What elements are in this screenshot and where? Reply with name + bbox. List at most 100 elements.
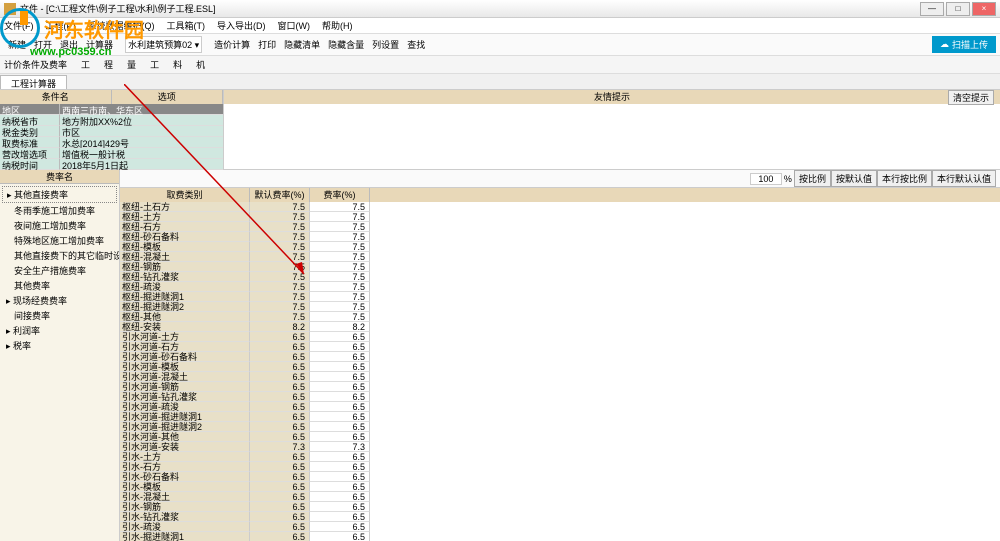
toolbar-button[interactable]: 退出 bbox=[56, 36, 82, 53]
tree-item[interactable]: 间接费率 bbox=[2, 308, 117, 323]
grid-row[interactable]: 枢纽-土石方7.57.5 bbox=[120, 202, 1000, 212]
grid-rate[interactable]: 6.5 bbox=[310, 482, 370, 492]
grid-row[interactable]: 枢纽-掘进隧洞17.57.5 bbox=[120, 292, 1000, 302]
menu-item[interactable]: 窗口(W) bbox=[278, 19, 311, 32]
grid-rate[interactable]: 6.5 bbox=[310, 392, 370, 402]
grid-rate[interactable]: 7.5 bbox=[310, 272, 370, 282]
toolbar-button[interactable]: 隐藏含量 bbox=[324, 36, 368, 53]
grid-rate[interactable]: 7.5 bbox=[310, 292, 370, 302]
grid-row[interactable]: 枢纽-混凝土7.57.5 bbox=[120, 252, 1000, 262]
grid-rate[interactable]: 7.5 bbox=[310, 252, 370, 262]
subtab-item[interactable]: 程 bbox=[104, 58, 113, 71]
menu-item[interactable]: 帮助(H) bbox=[322, 19, 353, 32]
grid-action-button[interactable]: 按默认值 bbox=[831, 170, 877, 187]
tree-item[interactable]: ▸ 税率 bbox=[2, 338, 117, 353]
grid-rate[interactable]: 6.5 bbox=[310, 372, 370, 382]
grid-row[interactable]: 引水-钢筋6.56.5 bbox=[120, 502, 1000, 512]
toolbar-button[interactable]: 查找 bbox=[403, 36, 429, 53]
grid-row[interactable]: 引水-土方6.56.5 bbox=[120, 452, 1000, 462]
grid-rate[interactable]: 6.5 bbox=[310, 452, 370, 462]
grid-rate[interactable]: 7.5 bbox=[310, 232, 370, 242]
tree-item[interactable]: 夜间施工增加费率 bbox=[2, 218, 117, 233]
grid-rate[interactable]: 7.3 bbox=[310, 442, 370, 452]
grid-rate[interactable]: 6.5 bbox=[310, 532, 370, 541]
grid-rate[interactable]: 6.5 bbox=[310, 502, 370, 512]
grid-row[interactable]: 引水河道-石方6.56.5 bbox=[120, 342, 1000, 352]
grid-action-button[interactable]: 按比例 bbox=[794, 170, 831, 187]
tree-item[interactable]: 冬雨季施工增加费率 bbox=[2, 203, 117, 218]
grid-row[interactable]: 引水河道-钢筋6.56.5 bbox=[120, 382, 1000, 392]
tree-item[interactable]: 安全生产措施费率 bbox=[2, 263, 117, 278]
cond-row[interactable]: 纳税时间2018年5月1日起 bbox=[0, 159, 223, 170]
grid-row[interactable]: 枢纽-土方7.57.5 bbox=[120, 212, 1000, 222]
grid-row[interactable]: 引水-模板6.56.5 bbox=[120, 482, 1000, 492]
grid-row[interactable]: 引水河道-疏浚6.56.5 bbox=[120, 402, 1000, 412]
toolbar-button[interactable]: 打开 bbox=[30, 36, 56, 53]
upload-button[interactable]: ☁ 扫描上传 bbox=[932, 36, 996, 53]
tree-item[interactable]: ▸ 现场经费费率 bbox=[2, 293, 117, 308]
tab-calculator[interactable]: 工程计算器 bbox=[0, 75, 67, 89]
tree-item[interactable]: 特殊地区施工增加费率 bbox=[2, 233, 117, 248]
percent-input[interactable] bbox=[750, 173, 782, 185]
grid-action-button[interactable]: 本行按比例 bbox=[877, 170, 932, 187]
cond-row[interactable]: 纳税省市地方附加XX%2位 bbox=[0, 115, 223, 126]
cond-row[interactable]: 税金类别市区 bbox=[0, 126, 223, 137]
grid-rate[interactable]: 6.5 bbox=[310, 462, 370, 472]
grid-row[interactable]: 枢纽-安装8.28.2 bbox=[120, 322, 1000, 332]
grid-rate[interactable]: 6.5 bbox=[310, 432, 370, 442]
grid-row[interactable]: 引水-石方6.56.5 bbox=[120, 462, 1000, 472]
grid-rate[interactable]: 7.5 bbox=[310, 212, 370, 222]
grid-rate[interactable]: 7.5 bbox=[310, 302, 370, 312]
grid-row[interactable]: 枢纽-钢筋7.57.5 bbox=[120, 262, 1000, 272]
close-button[interactable]: × bbox=[972, 2, 996, 16]
menu-item[interactable]: 工程(P) bbox=[46, 19, 76, 32]
grid-row[interactable]: 引水-疏浚6.56.5 bbox=[120, 522, 1000, 532]
grid-rate[interactable]: 6.5 bbox=[310, 422, 370, 432]
grid-rate[interactable]: 8.2 bbox=[310, 322, 370, 332]
cond-row[interactable]: 地区西南三市南、华东区 bbox=[0, 104, 223, 115]
menu-item[interactable]: 工具箱(T) bbox=[167, 19, 206, 32]
grid-rate[interactable]: 7.5 bbox=[310, 262, 370, 272]
grid-rate[interactable]: 6.5 bbox=[310, 492, 370, 502]
clear-tip-button[interactable]: 清空提示 bbox=[948, 90, 994, 105]
grid-rate[interactable]: 7.5 bbox=[310, 202, 370, 212]
grid-rate[interactable]: 7.5 bbox=[310, 222, 370, 232]
grid-row[interactable]: 引水河道-模板6.56.5 bbox=[120, 362, 1000, 372]
grid-row[interactable]: 引水河道-砂石备料6.56.5 bbox=[120, 352, 1000, 362]
grid-rate[interactable]: 6.5 bbox=[310, 522, 370, 532]
toolbar-button[interactable]: 列设置 bbox=[368, 36, 403, 53]
maximize-button[interactable]: □ bbox=[946, 2, 970, 16]
subtab-item[interactable]: 量 bbox=[127, 58, 136, 71]
grid-row[interactable]: 枢纽-其他7.57.5 bbox=[120, 312, 1000, 322]
grid-row[interactable]: 引水河道-土方6.56.5 bbox=[120, 332, 1000, 342]
grid-row[interactable]: 枢纽-石方7.57.5 bbox=[120, 222, 1000, 232]
grid-row[interactable]: 枢纽-疏浚7.57.5 bbox=[120, 282, 1000, 292]
grid-rate[interactable]: 7.5 bbox=[310, 312, 370, 322]
grid-row[interactable]: 引水-掘进隧洞16.56.5 bbox=[120, 532, 1000, 541]
grid-rate[interactable]: 6.5 bbox=[310, 512, 370, 522]
grid-row[interactable]: 枢纽-砂石备料7.57.5 bbox=[120, 232, 1000, 242]
grid-row[interactable]: 枢纽-掘进隧洞27.57.5 bbox=[120, 302, 1000, 312]
grid-rate[interactable]: 6.5 bbox=[310, 332, 370, 342]
template-select[interactable]: 水利建筑预算02 ▾ bbox=[125, 36, 202, 53]
grid-row[interactable]: 引水河道-其他6.56.5 bbox=[120, 432, 1000, 442]
grid-rate[interactable]: 6.5 bbox=[310, 362, 370, 372]
grid-row[interactable]: 枢纽-模板7.57.5 bbox=[120, 242, 1000, 252]
grid-rate[interactable]: 6.5 bbox=[310, 472, 370, 482]
minimize-button[interactable]: — bbox=[920, 2, 944, 16]
menu-item[interactable]: 系统数据维护(Q) bbox=[88, 19, 155, 32]
toolbar-button[interactable]: 造价计算 bbox=[210, 36, 254, 53]
grid-row[interactable]: 枢纽-钻孔灌浆7.57.5 bbox=[120, 272, 1000, 282]
grid-row[interactable]: 引水-砂石备料6.56.5 bbox=[120, 472, 1000, 482]
grid-row[interactable]: 引水河道-掘进隧洞16.56.5 bbox=[120, 412, 1000, 422]
grid-rate[interactable]: 6.5 bbox=[310, 382, 370, 392]
tree-item[interactable]: ▸ 其他直接费率 bbox=[2, 186, 117, 203]
grid-row[interactable]: 引水河道-掘进隧洞26.56.5 bbox=[120, 422, 1000, 432]
grid-rate[interactable]: 6.5 bbox=[310, 342, 370, 352]
grid-rate[interactable]: 6.5 bbox=[310, 352, 370, 362]
toolbar-button[interactable]: 隐藏清单 bbox=[280, 36, 324, 53]
subtab-item[interactable]: 机 bbox=[196, 58, 205, 71]
grid-rate[interactable]: 6.5 bbox=[310, 402, 370, 412]
menu-item[interactable]: 文件(F) bbox=[4, 19, 34, 32]
grid-row[interactable]: 引水-混凝土6.56.5 bbox=[120, 492, 1000, 502]
